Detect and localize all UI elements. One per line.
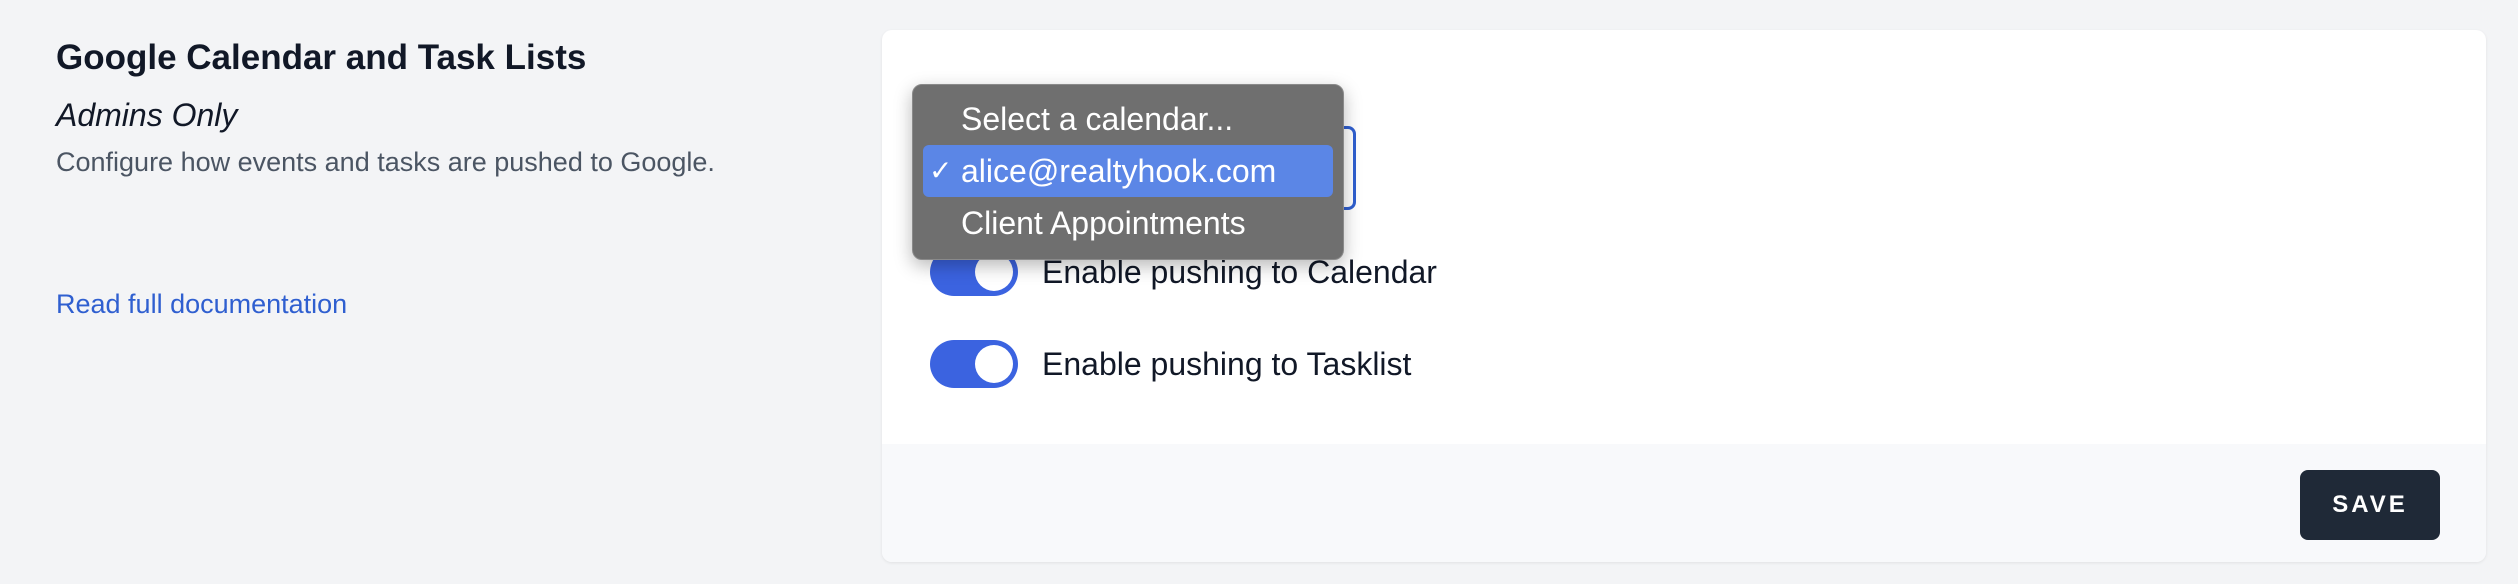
option-label: alice@realtyhook.com [961,153,1277,189]
tasklist-push-label: Enable pushing to Tasklist [1042,346,1412,382]
toggle-knob [975,345,1013,383]
dropdown-option-client-appointments[interactable]: Client Appointments [923,197,1333,249]
documentation-link[interactable]: Read full documentation [56,286,347,322]
card-footer: SAVE [882,444,2486,562]
save-button[interactable]: SAVE [2300,470,2440,540]
calendar-dropdown-menu: Select a calendar... ✓ alice@realtyhook.… [912,84,1344,260]
section-subtitle: Admins Only [56,97,238,133]
option-label: Client Appointments [961,205,1246,241]
section-title: Google Calendar and Task Lists [56,38,587,77]
dropdown-option-placeholder[interactable]: Select a calendar... [923,93,1333,145]
section-info: Google Calendar and Task Lists Admins On… [56,36,816,180]
checkmark-icon: ✓ [929,155,953,186]
tasklist-toggle-row: Enable pushing to Tasklist [930,340,1411,388]
tasklist-push-toggle[interactable] [930,340,1018,388]
option-label: Select a calendar... [961,101,1234,137]
dropdown-option-selected[interactable]: ✓ alice@realtyhook.com [923,145,1333,197]
section-description: Configure how events and tasks are pushe… [56,147,715,177]
